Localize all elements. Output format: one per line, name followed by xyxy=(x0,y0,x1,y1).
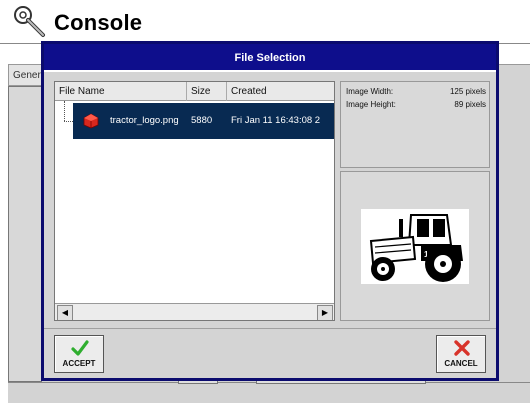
image-height-label: Image Height: xyxy=(346,100,396,109)
dialog-title: File Selection xyxy=(44,44,496,72)
scroll-left-icon[interactable]: ◀ xyxy=(57,305,73,320)
x-icon xyxy=(454,340,470,356)
column-header-size[interactable]: Size xyxy=(187,82,227,101)
console-title: Console xyxy=(54,10,143,35)
image-height-value: 89 pixels xyxy=(454,100,486,109)
console-header: Console xyxy=(0,0,530,44)
file-selection-dialog: File Selection File Name Size Created tr… xyxy=(41,41,499,381)
dialog-footer: ACCEPT CANCEL xyxy=(44,328,496,378)
tree-connector xyxy=(64,121,73,122)
file-name-cell: tractor_logo.png xyxy=(110,115,179,126)
image-width-label: Image Width: xyxy=(346,87,394,96)
file-list-header: File Name Size Created xyxy=(55,82,334,101)
wrench-icon xyxy=(14,6,45,37)
accept-button[interactable]: ACCEPT xyxy=(54,335,104,373)
scroll-right-icon[interactable]: ▶ xyxy=(317,305,333,320)
file-created-cell: Fri Jan 11 16:43:08 2 xyxy=(231,115,321,126)
column-header-created[interactable]: Created xyxy=(227,82,334,101)
column-header-file-name[interactable]: File Name xyxy=(55,82,187,101)
cancel-button-label: CANCEL xyxy=(444,359,478,368)
background-panel xyxy=(8,86,42,382)
checkmark-icon xyxy=(71,340,89,356)
image-preview-panel: 1 xyxy=(340,171,490,321)
file-png-icon xyxy=(83,113,99,129)
image-info-panel: Image Width: 125 pixels Image Height: 89… xyxy=(340,81,490,168)
dialog-body: File Selection File Name Size Created tr… xyxy=(44,44,496,378)
image-width-value: 125 pixels xyxy=(449,87,486,96)
image-width-row: Image Width: 125 pixels xyxy=(346,87,486,99)
file-size-cell: 5880 xyxy=(191,115,213,126)
file-list[interactable]: File Name Size Created tractor_logo.png … xyxy=(54,81,335,321)
file-row[interactable]: tractor_logo.png 5880 Fri Jan 11 16:43:0… xyxy=(73,103,334,139)
tree-connector xyxy=(64,101,65,121)
tractor-preview-image: 1 xyxy=(361,209,469,284)
accept-button-label: ACCEPT xyxy=(62,359,96,368)
cancel-button[interactable]: CANCEL xyxy=(436,335,486,373)
horizontal-scrollbar[interactable]: ◀ ▶ xyxy=(55,303,334,320)
image-height-row: Image Height: 89 pixels xyxy=(346,100,486,112)
